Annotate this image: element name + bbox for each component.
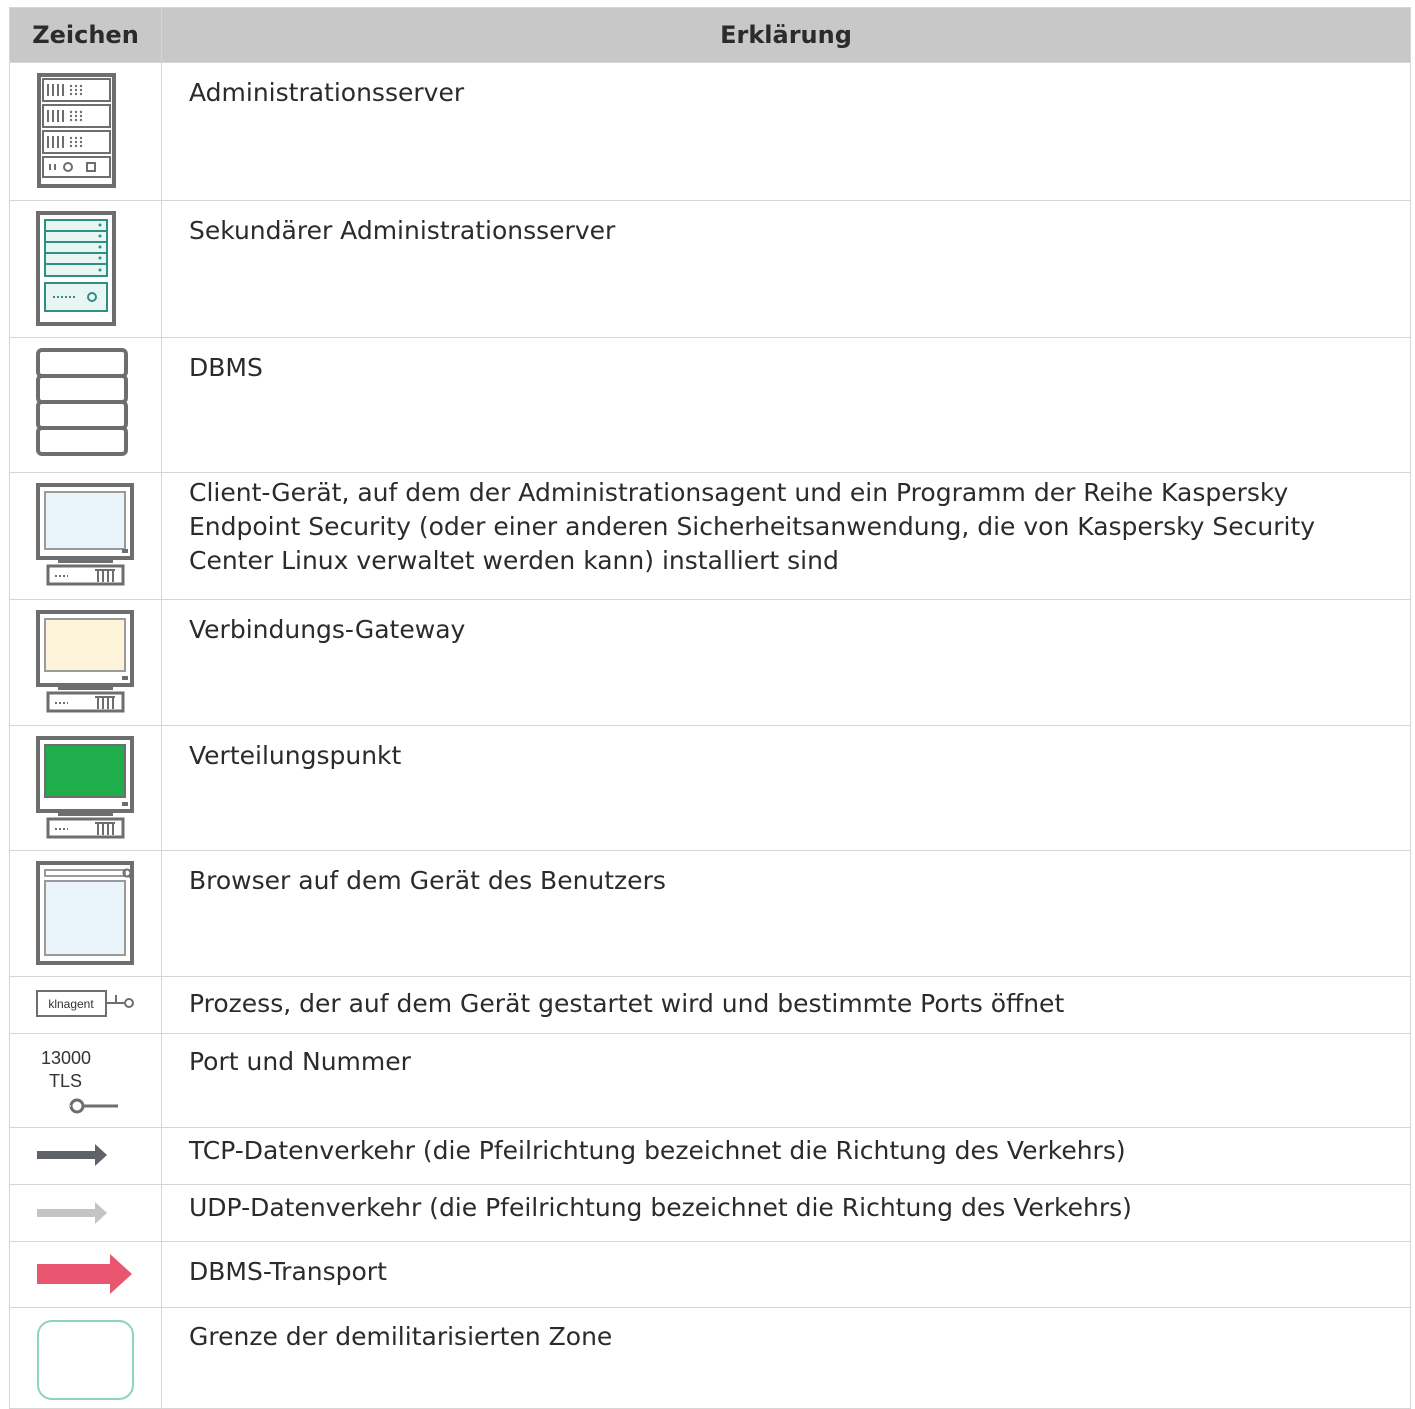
process-label: klnagent: [48, 997, 94, 1011]
explanation-cell: Port und Nummer: [161, 1033, 1411, 1128]
symbol-cell: [9, 200, 162, 338]
symbol-cell: klnagent: [9, 976, 162, 1034]
explanation-cell: Sekundärer Administrationsserver: [161, 200, 1411, 338]
table-row: DBMS: [9, 337, 1411, 473]
secondary-administration-server-icon: [10, 201, 161, 336]
table-row: Verbindungs-Gateway: [9, 599, 1411, 726]
table-row: TCP-Datenverkehr (die Pfeilrichtung beze…: [9, 1127, 1411, 1185]
client-device-icon: [10, 473, 161, 598]
symbol-cell: [9, 599, 162, 726]
explanation-cell: TCP-Datenverkehr (die Pfeilrichtung beze…: [161, 1127, 1411, 1185]
explanation-cell: Client-Gerät, auf dem der Administration…: [161, 472, 1411, 600]
truncated-heading-fragment: [0, 0, 1415, 7]
port-number: 13000: [41, 1048, 91, 1068]
table-row: UDP-Datenverkehr (die Pfeilrichtung beze…: [9, 1184, 1411, 1242]
explanation-cell: Verteilungspunkt: [161, 725, 1411, 851]
explanation-cell: Administrationsserver: [161, 62, 1411, 201]
table-row: Browser auf dem Gerät des Benutzers: [9, 850, 1411, 977]
dbms-transport-arrow-icon: [10, 1242, 161, 1306]
symbol-cell: [9, 1184, 162, 1242]
table-row: Administrationsserver: [9, 62, 1411, 201]
column-header-explanation: Erklärung: [161, 7, 1411, 63]
symbol-cell: [9, 1241, 162, 1308]
port-icon: 13000 TLS: [10, 1034, 161, 1126]
explanation-cell: DBMS: [161, 337, 1411, 473]
browser-icon: [10, 851, 161, 975]
table-row: 13000 TLS Port und Nummer: [9, 1033, 1411, 1128]
symbol-cell: [9, 337, 162, 473]
udp-arrow-icon: [10, 1185, 161, 1240]
symbol-cell: [9, 1127, 162, 1185]
explanation-cell: UDP-Datenverkehr (die Pfeilrichtung beze…: [161, 1184, 1411, 1242]
table-row: Sekundärer Administrationsserver: [9, 200, 1411, 338]
symbol-cell: [9, 472, 162, 600]
table-header-row: Zeichen Erklärung: [9, 7, 1411, 63]
port-protocol: TLS: [49, 1071, 82, 1091]
symbol-cell: [9, 1307, 162, 1409]
symbol-cell: 13000 TLS: [9, 1033, 162, 1128]
tcp-arrow-icon: [10, 1128, 161, 1183]
symbol-cell: [9, 850, 162, 977]
connection-gateway-icon: [10, 600, 161, 724]
explanation-cell: DBMS-Transport: [161, 1241, 1411, 1308]
symbol-cell: [9, 62, 162, 201]
explanation-cell: Grenze der demilitarisierten Zone: [161, 1307, 1411, 1409]
table-row: Client-Gerät, auf dem der Administration…: [9, 472, 1411, 600]
table-row: Verteilungspunkt: [9, 725, 1411, 851]
table-row: klnagent Prozess, der auf dem Gerät gest…: [9, 976, 1411, 1034]
explanation-cell: Browser auf dem Gerät des Benutzers: [161, 850, 1411, 977]
process-icon: klnagent: [10, 977, 161, 1032]
administration-server-icon: [10, 63, 161, 199]
explanation-cell: Verbindungs-Gateway: [161, 599, 1411, 726]
table-row: Grenze der demilitarisierten Zone: [9, 1307, 1411, 1409]
explanation-cell: Prozess, der auf dem Gerät gestartet wir…: [161, 976, 1411, 1034]
table-row: DBMS-Transport: [9, 1241, 1411, 1308]
column-header-symbol: Zeichen: [9, 7, 162, 63]
legend-table: Zeichen Erklärung Administrationsserver …: [9, 7, 1411, 1409]
dmz-boundary-icon: [10, 1308, 161, 1408]
symbol-cell: [9, 725, 162, 851]
dbms-icon: [10, 338, 161, 471]
distribution-point-icon: [10, 726, 161, 849]
